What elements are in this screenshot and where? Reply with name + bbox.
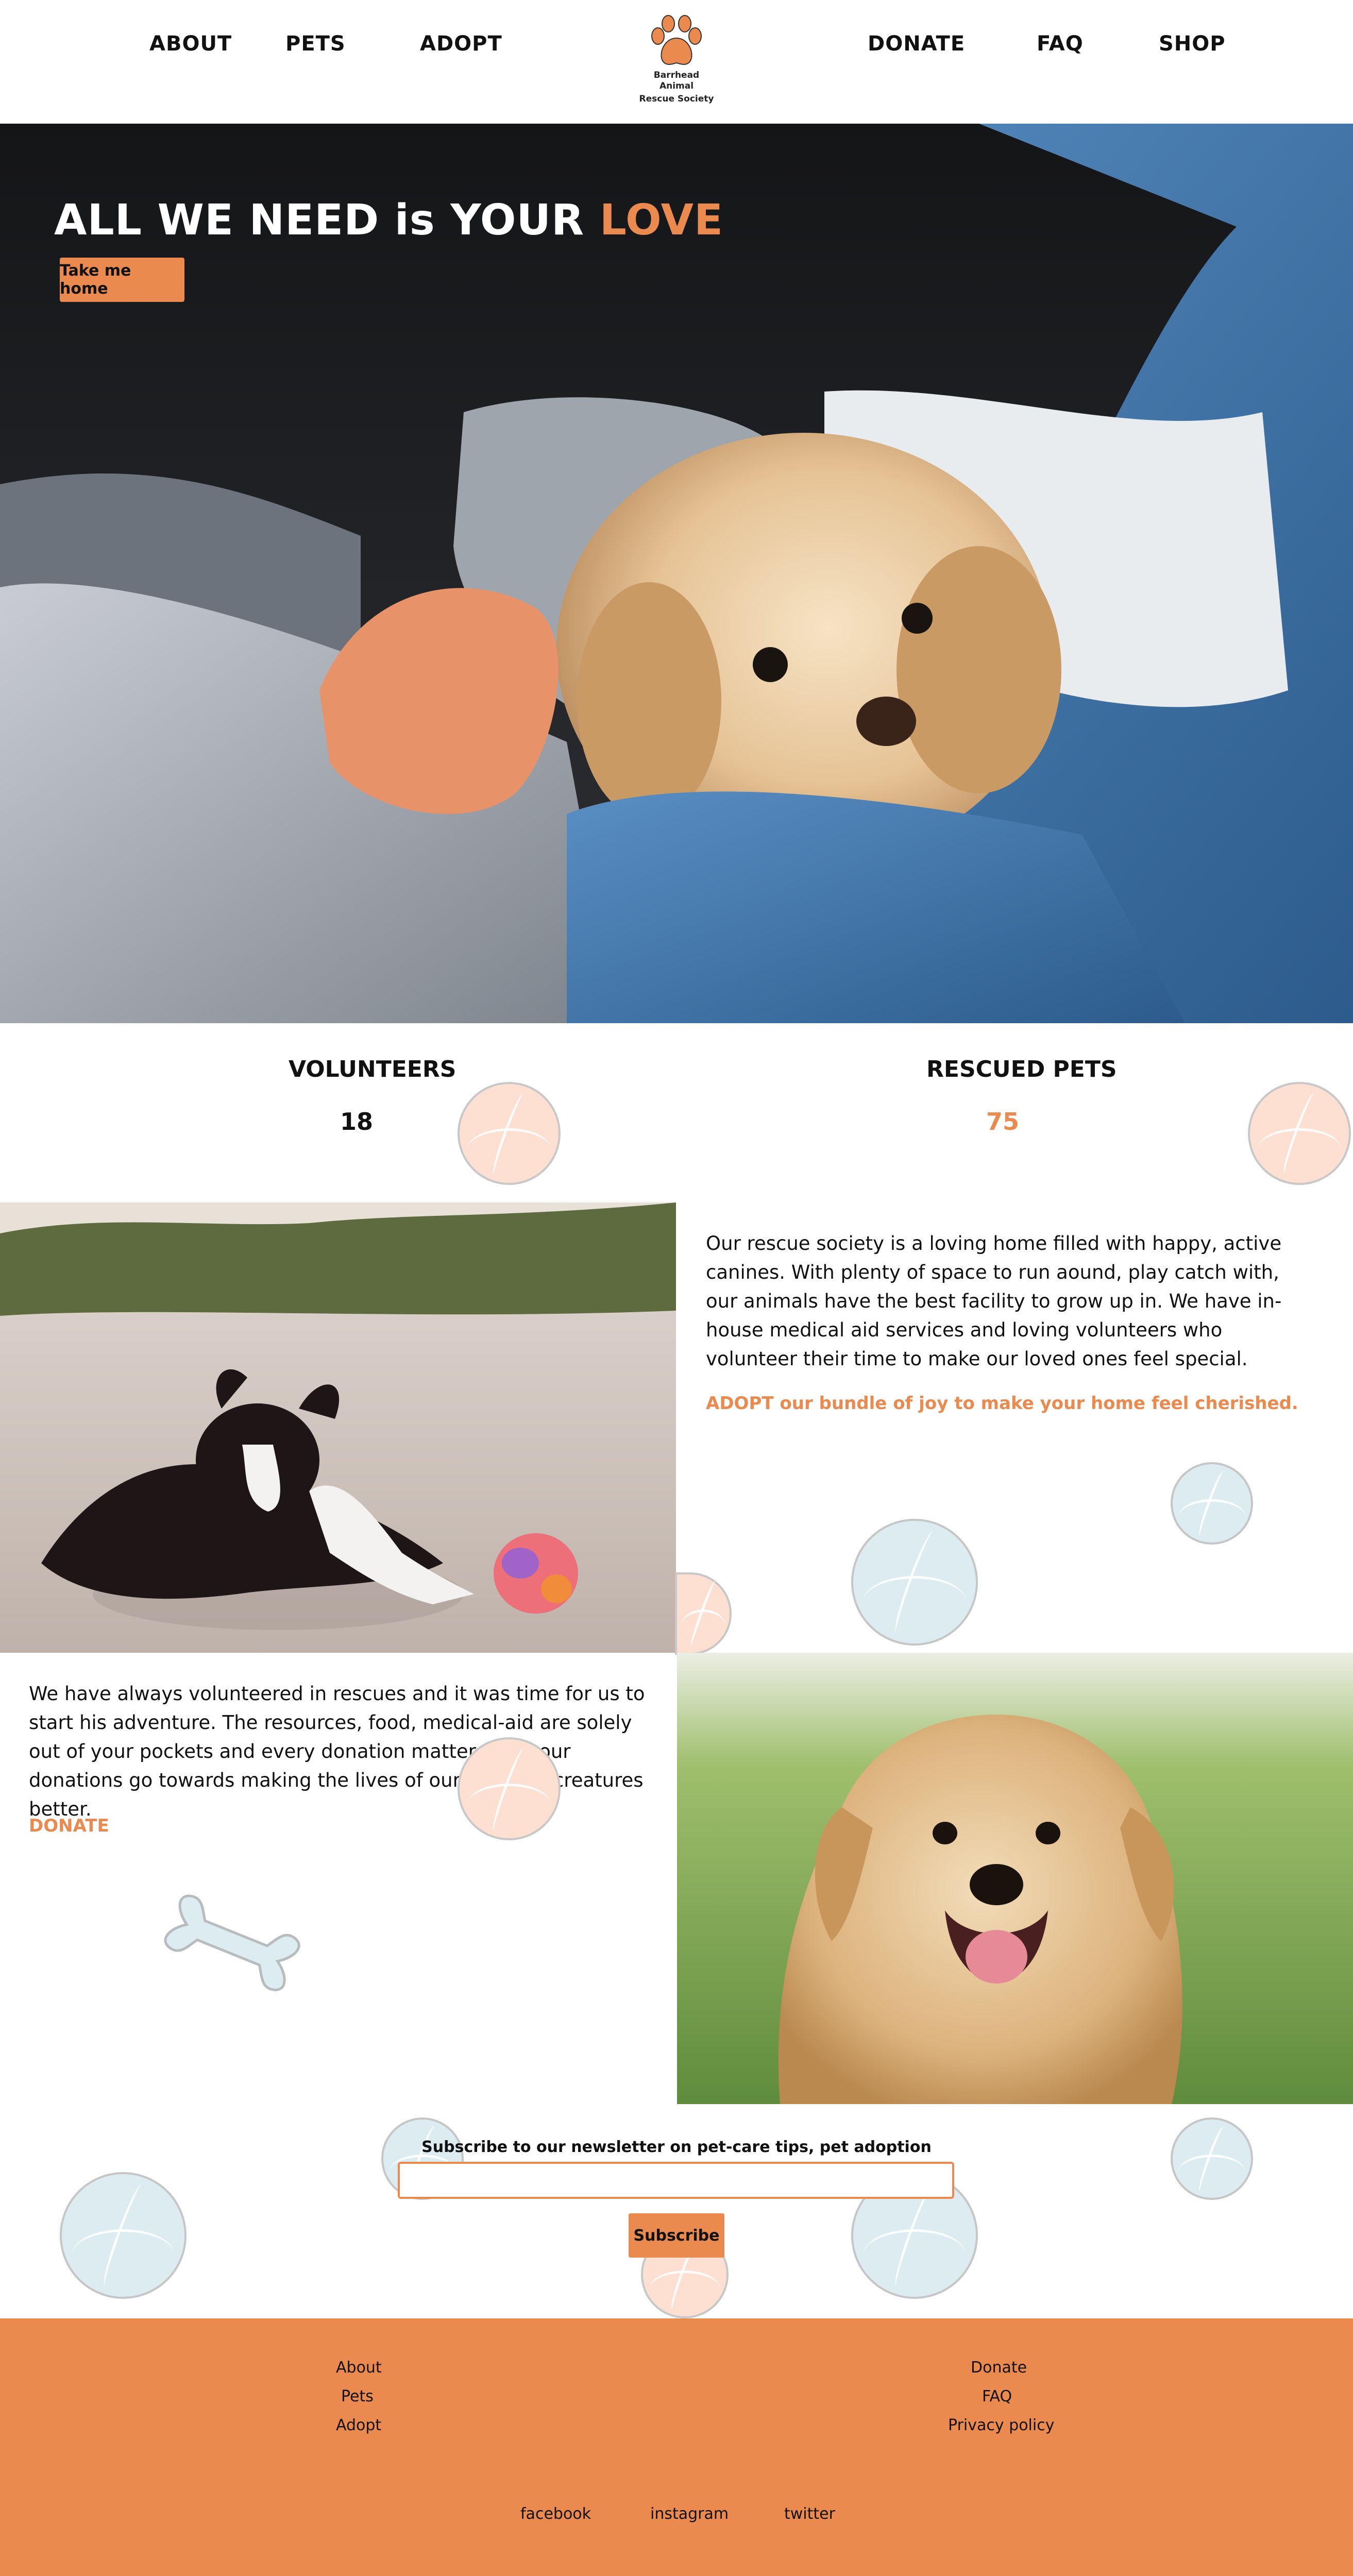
ball-decoration — [1171, 2117, 1253, 2200]
ball-decoration — [458, 1737, 561, 1840]
top-navigation: ABOUT PETS ADOPT Barrhead Animal Rescue … — [0, 0, 1353, 124]
logo-text-line2: Rescue Society — [639, 94, 714, 104]
hero-photo-puppy-in-arms — [0, 124, 1353, 1023]
adopt-link[interactable]: ADOPT our bundle of joy to make your hom… — [706, 1393, 1298, 1414]
logo-text-line1: Barrhead Animal — [653, 70, 700, 91]
logo[interactable]: Barrhead Animal Rescue Society — [639, 14, 714, 105]
nav-shop[interactable]: SHOP — [1159, 32, 1226, 56]
donate-link[interactable]: DONATE — [29, 1816, 109, 1836]
ball-decoration — [60, 2172, 187, 2299]
nav-faq[interactable]: FAQ — [1037, 32, 1084, 56]
nav-pets[interactable]: PETS — [285, 32, 346, 56]
nav-adopt[interactable]: ADOPT — [420, 32, 502, 56]
ball-decoration — [458, 1082, 561, 1185]
footer: About Pets Adopt Donate FAQ Privacy poli… — [0, 2318, 1353, 2576]
nav-about[interactable]: ABOUT — [149, 32, 232, 56]
newsletter-email-input[interactable] — [398, 2162, 954, 2199]
newsletter-label: Subscribe to our newsletter on pet-care … — [421, 2138, 932, 2156]
photo-golden-retriever — [677, 1653, 1353, 2104]
volunteers-label: VOLUNTEERS — [289, 1056, 456, 1082]
ball-decoration — [1171, 1462, 1253, 1545]
bone-icon — [164, 1894, 300, 1991]
hero-title-main: ALL WE NEED is YOUR — [54, 196, 600, 245]
footer-social-instagram[interactable]: instagram — [650, 2505, 729, 2523]
photo-puppy-on-beach — [0, 1202, 676, 1653]
ball-decoration — [851, 1519, 978, 1646]
footer-link-adopt[interactable]: Adopt — [336, 2416, 381, 2434]
rescued-pets-label: RESCUED PETS — [926, 1056, 1117, 1082]
volunteers-count: 18 — [340, 1108, 374, 1136]
ball-decoration — [675, 1572, 732, 1655]
footer-link-privacy-policy[interactable]: Privacy policy — [948, 2416, 1054, 2434]
footer-link-pets[interactable]: Pets — [341, 2387, 374, 2405]
nav-donate[interactable]: DONATE — [868, 32, 965, 56]
footer-social-facebook[interactable]: facebook — [520, 2505, 591, 2523]
footer-link-faq[interactable]: FAQ — [982, 2387, 1012, 2405]
footer-link-donate[interactable]: Donate — [971, 2359, 1027, 2377]
rescued-pets-count: 75 — [986, 1108, 1020, 1136]
about-paragraph: Our rescue society is a loving home fill… — [706, 1232, 1282, 1370]
ball-decoration — [1248, 1082, 1351, 1185]
subscribe-button[interactable]: Subscribe — [629, 2213, 724, 2258]
hero-section: ALL WE NEED is YOUR LOVE Take me home — [0, 124, 1353, 1023]
footer-link-about[interactable]: About — [336, 2359, 382, 2377]
take-me-home-button[interactable]: Take me home — [60, 258, 184, 302]
footer-social-twitter[interactable]: twitter — [784, 2505, 835, 2523]
paw-icon — [651, 15, 702, 65]
hero-title-accent: LOVE — [599, 196, 724, 245]
hero-title: ALL WE NEED is YOUR LOVE — [54, 196, 723, 245]
